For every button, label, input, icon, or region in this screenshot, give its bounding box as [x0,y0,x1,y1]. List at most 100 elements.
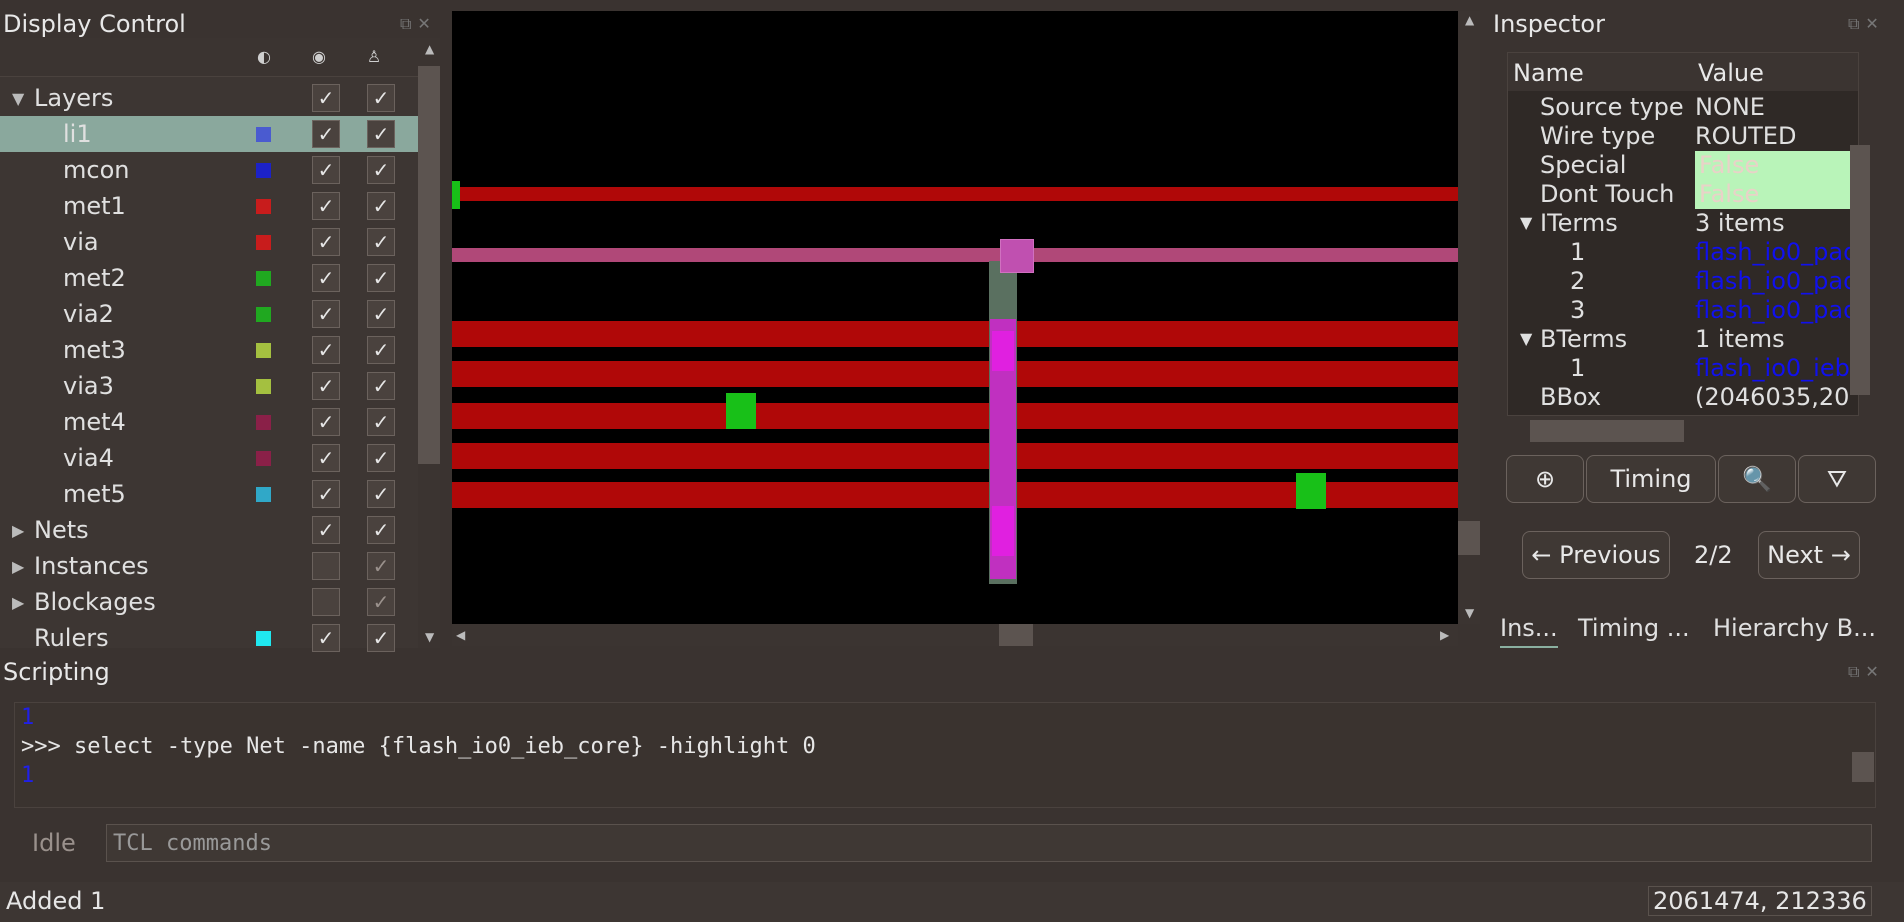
visible-checkbox[interactable]: ✓ [312,480,340,508]
layer-color-swatch[interactable] [256,343,271,358]
selectable-checkbox[interactable]: ✓ [367,264,395,292]
expand-right-icon[interactable]: ▶ [12,521,24,540]
clear-focus-button[interactable]: ⛛ [1798,455,1876,503]
layer-color-swatch[interactable] [256,415,271,430]
visible-checkbox[interactable]: ✓ [312,624,340,652]
tab-timing[interactable]: Timing ... [1578,614,1690,642]
next-button[interactable]: Next → [1758,531,1860,579]
layer-row[interactable]: met1 ✓ ✓ [0,188,418,224]
visible-checkbox[interactable]: ✓ [312,516,340,544]
previous-button[interactable]: ← Previous [1522,531,1670,579]
selectable-checkbox[interactable]: ✓ [367,192,395,220]
layer-row[interactable]: ▶ Nets ✓ ✓ [0,512,418,548]
scroll-down-icon[interactable]: ▼ [1465,606,1474,620]
layer-row[interactable]: mcon ✓ ✓ [0,152,418,188]
layer-row[interactable]: ▶ Blockages ✓ ✓ [0,584,418,620]
scroll-down-icon[interactable]: ▼ [425,630,434,644]
selectable-checkbox[interactable]: ✓ [367,84,395,112]
selectable-checkbox[interactable]: ✓ [367,156,395,184]
visible-checkbox[interactable]: ✓ [312,588,340,616]
layer-color-swatch[interactable] [256,487,271,502]
visible-checkbox[interactable]: ✓ [312,372,340,400]
layer-row[interactable]: via4 ✓ ✓ [0,440,418,476]
layer-color-swatch[interactable] [256,379,271,394]
selectable-checkbox[interactable]: ✓ [367,588,395,616]
visible-checkbox[interactable]: ✓ [312,192,340,220]
property-link[interactable]: flash_io0_pad [1695,296,1852,324]
dock-float-close-icon[interactable]: ⧉✕ [400,14,437,34]
selectable-checkbox[interactable]: ✓ [367,228,395,256]
layer-row[interactable]: via3 ✓ ✓ [0,368,418,404]
selectable-checkbox[interactable]: ✓ [367,516,395,544]
status-message: Added 1 [6,887,106,915]
layer-row[interactable]: met5 ✓ ✓ [0,476,418,512]
visible-checkbox[interactable]: ✓ [312,84,340,112]
selectable-checkbox[interactable]: ✓ [367,300,395,328]
selectable-checkbox[interactable]: ✓ [367,552,395,580]
display-control-scroll-thumb[interactable] [418,66,440,464]
timing-button[interactable]: Timing [1586,455,1716,503]
tab-inspector[interactable]: Ins... [1500,614,1558,648]
layer-row[interactable]: met3 ✓ ✓ [0,332,418,368]
layer-row[interactable]: met2 ✓ ✓ [0,260,418,296]
visible-checkbox[interactable]: ✓ [312,156,340,184]
dock-float-close-icon[interactable]: ⧉✕ [1848,14,1885,34]
visible-checkbox[interactable]: ✓ [312,300,340,328]
expand-down-icon[interactable]: ▼ [1520,213,1532,232]
scroll-left-icon[interactable]: ◀ [456,628,465,642]
property-link[interactable]: flash_io0_pad [1695,238,1852,266]
expand-down-icon[interactable]: ▼ [12,89,24,108]
canvas-vscroll-thumb[interactable] [1458,521,1480,555]
layout-canvas[interactable] [452,11,1458,624]
scroll-right-icon[interactable]: ▶ [1440,628,1449,642]
visible-checkbox[interactable]: ✓ [312,336,340,364]
expand-right-icon[interactable]: ▶ [12,557,24,576]
tcl-command-input[interactable]: TCL commands [106,824,1872,862]
layer-row[interactable]: Rulers ✓ ✓ [0,620,418,656]
layer-row[interactable]: ▶ Instances ✓ ✓ [0,548,418,584]
visible-checkbox[interactable]: ✓ [312,228,340,256]
layer-color-swatch[interactable] [256,199,271,214]
selectable-checkbox[interactable]: ✓ [367,624,395,652]
property-link[interactable]: flash_io0_ieb [1695,354,1852,382]
selectable-checkbox[interactable]: ✓ [367,480,395,508]
selectable-checkbox[interactable]: ✓ [367,336,395,364]
selectable-checkbox[interactable]: ✓ [367,372,395,400]
canvas-vertical-scrollbar[interactable] [1458,11,1480,624]
canvas-horizontal-scrollbar[interactable] [452,624,1458,646]
layer-row[interactable]: li1 ✓ ✓ [0,116,418,152]
layer-row[interactable]: via ✓ ✓ [0,224,418,260]
expand-down-icon[interactable]: ▼ [1520,329,1532,348]
visible-checkbox[interactable]: ✓ [312,444,340,472]
layer-row[interactable]: met4 ✓ ✓ [0,404,418,440]
selectable-checkbox[interactable]: ✓ [367,120,395,148]
layer-row[interactable]: via2 ✓ ✓ [0,296,418,332]
visible-checkbox[interactable]: ✓ [312,264,340,292]
dock-float-close-icon[interactable]: ⧉✕ [1848,662,1885,682]
layer-color-swatch[interactable] [256,307,271,322]
visible-checkbox[interactable]: ✓ [312,120,340,148]
inspector-vscroll-thumb[interactable] [1850,145,1870,395]
layer-color-swatch[interactable] [256,271,271,286]
tab-hierarchy-browser[interactable]: Hierarchy B... [1713,614,1876,642]
layer-color-swatch[interactable] [256,235,271,250]
layer-color-swatch[interactable] [256,631,271,646]
script-output-scroll-thumb[interactable] [1852,752,1874,782]
layer-color-swatch[interactable] [256,163,271,178]
zoom-button[interactable]: 🔍 [1718,455,1796,503]
canvas-hscroll-thumb[interactable] [999,624,1033,646]
inspector-hscroll-thumb[interactable] [1530,420,1684,442]
layer-color-swatch[interactable] [256,451,271,466]
scroll-up-icon[interactable]: ▲ [1465,13,1474,27]
selectable-checkbox[interactable]: ✓ [367,444,395,472]
visible-checkbox[interactable]: ✓ [312,408,340,436]
selectable-checkbox[interactable]: ✓ [367,408,395,436]
visible-checkbox[interactable]: ✓ [312,552,340,580]
property-link[interactable]: flash_io0_pad [1695,267,1852,295]
layer-row[interactable]: ▼ Layers ✓ ✓ [0,80,418,116]
layer-color-swatch[interactable] [256,127,271,142]
expand-right-icon[interactable]: ▶ [12,593,24,612]
zoom-to-button[interactable]: ⊕ [1506,455,1584,503]
layer-name: met1 [63,192,126,220]
scroll-up-icon[interactable]: ▲ [425,42,434,56]
